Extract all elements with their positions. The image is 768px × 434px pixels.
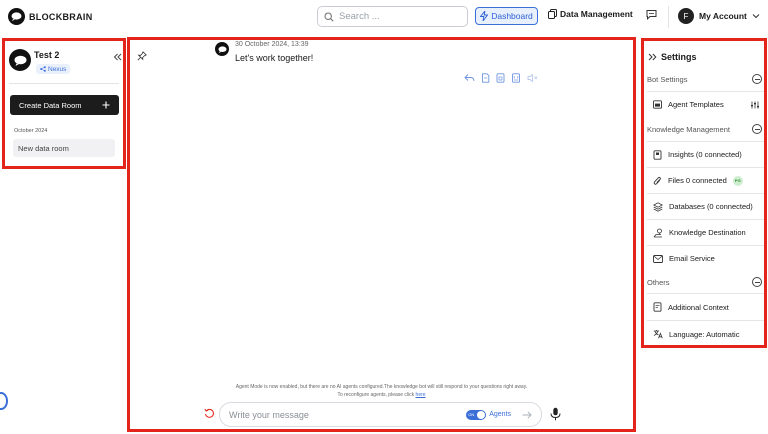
brand-name: BLOCKBRAIN: [29, 11, 93, 22]
data-management-button[interactable]: Data Management: [548, 9, 633, 19]
dashboard-label: Dashboard: [491, 11, 533, 21]
reset-chat-icon[interactable]: [204, 408, 215, 419]
plus-icon: [102, 101, 110, 109]
lightning-icon: [480, 11, 489, 21]
settings-item-files[interactable]: Files 0 connected PG: [647, 167, 764, 193]
context-icon: [653, 302, 662, 312]
chat-bubble-icon: [646, 9, 657, 20]
section-bot-settings: Bot Settings: [647, 75, 688, 84]
reconfigure-link[interactable]: here: [416, 392, 426, 398]
send-button[interactable]: [519, 407, 535, 423]
dashboard-button[interactable]: Dashboard: [475, 7, 538, 25]
pg-badge: PG: [732, 175, 743, 186]
speaker-icon[interactable]: [527, 73, 538, 83]
message-actions: [464, 73, 538, 83]
settings-panel: Settings Bot Settings Agent Templates Kn…: [641, 38, 767, 348]
settings-item-label: Databases (0 connected): [669, 202, 753, 211]
notice-line-1: Agent Mode is now enabled, but there are…: [235, 384, 528, 390]
sliders-icon[interactable]: [751, 101, 759, 109]
notice-text: To reconfigure agents, please click: [337, 392, 416, 398]
settings-item-label: Knowledge Destination: [669, 228, 746, 237]
settings-item-knowledge-destination[interactable]: Knowledge Destination: [647, 219, 764, 245]
settings-header[interactable]: Settings: [648, 52, 697, 62]
nexus-tag[interactable]: Nexus: [36, 64, 71, 74]
pin-icon[interactable]: [137, 51, 147, 61]
account-label: My Account: [699, 11, 747, 21]
data-room-panel: Test 2 Nexus Create Data Room October 20…: [2, 38, 126, 169]
brand-logo-icon: [8, 8, 25, 25]
search-placeholder: Search ...: [339, 11, 380, 22]
create-data-room-button[interactable]: Create Data Room: [10, 95, 119, 115]
destination-icon: [653, 228, 663, 238]
settings-item-email-service[interactable]: Email Service: [647, 245, 764, 271]
message-input[interactable]: Write your message ON Agents: [219, 402, 542, 427]
settings-item-insights[interactable]: Insights (0 connected): [647, 141, 764, 167]
settings-item-label: Language: Automatic: [669, 329, 740, 339]
language-icon: [653, 329, 663, 339]
share-icon: [40, 66, 46, 72]
collapse-section-icon[interactable]: [752, 74, 762, 84]
settings-item-agent-templates[interactable]: Agent Templates: [647, 91, 764, 117]
export-icon[interactable]: [511, 73, 521, 83]
search-input[interactable]: Search ...: [317, 6, 468, 27]
agent-notice: Agent Mode is now enabled, but there are…: [130, 383, 633, 399]
save-insight-icon[interactable]: [496, 73, 505, 83]
double-chevron-right-icon: [648, 53, 657, 61]
brand-logo[interactable]: BLOCKBRAIN: [8, 8, 93, 25]
topbar-divider: [668, 6, 669, 28]
notice-line-2: To reconfigure agents, please click here: [130, 391, 633, 399]
feedback-button[interactable]: [646, 9, 657, 20]
collapse-panel-icon[interactable]: [113, 53, 122, 61]
message-text: Let's work together!: [235, 53, 314, 63]
settings-item-label: Insights (0 connected): [668, 150, 742, 159]
mail-icon: [653, 254, 663, 263]
collapse-section-icon[interactable]: [752, 124, 762, 134]
room-avatar-icon: [9, 49, 31, 71]
settings-item-language[interactable]: Language: Automatic: [647, 320, 764, 347]
divider: [9, 83, 119, 84]
date-group-label: October 2024: [14, 128, 48, 134]
copy-icon: [548, 9, 557, 19]
agents-toggle[interactable]: ON Agents: [466, 409, 511, 420]
side-widget-button[interactable]: [0, 392, 8, 410]
layers-icon: [653, 201, 663, 212]
section-knowledge-management: Knowledge Management: [647, 125, 730, 134]
chevron-down-icon: [752, 13, 760, 19]
chat-panel: 30 October 2024, 13:39 Let's work togeth…: [127, 37, 636, 432]
copy-message-icon[interactable]: [481, 73, 490, 83]
account-menu[interactable]: F My Account: [678, 8, 760, 24]
settings-item-additional-context[interactable]: Additional Context: [647, 293, 764, 320]
section-others: Others: [647, 278, 670, 287]
agents-label: Agents: [489, 411, 511, 418]
settings-title: Settings: [661, 52, 697, 62]
settings-item-label: Files 0 connected: [668, 176, 727, 185]
room-item-label: New data room: [18, 143, 69, 153]
data-management-label: Data Management: [560, 9, 633, 19]
paperclip-icon: [653, 176, 662, 186]
search-icon: [324, 11, 334, 22]
top-bar: BLOCKBRAIN Search ... Dashboard Data Man…: [0, 0, 768, 34]
message-placeholder: Write your message: [229, 409, 309, 420]
avatar: F: [678, 8, 694, 24]
create-label: Create Data Room: [19, 100, 82, 110]
microphone-icon[interactable]: [550, 407, 561, 421]
template-icon: [653, 100, 662, 109]
settings-item-label: Agent Templates: [668, 100, 724, 109]
agents-switch[interactable]: ON: [466, 409, 487, 420]
reply-icon[interactable]: [464, 73, 475, 83]
insights-icon: [653, 149, 662, 160]
list-item[interactable]: New data room: [13, 139, 115, 157]
settings-item-databases[interactable]: Databases (0 connected): [647, 193, 764, 219]
bot-avatar-icon: [215, 42, 229, 56]
settings-item-label: Additional Context: [668, 302, 729, 312]
tag-label: Nexus: [48, 65, 67, 73]
arrow-right-icon: [522, 410, 532, 419]
message-timestamp: 30 October 2024, 13:39: [235, 41, 309, 48]
collapse-section-icon[interactable]: [752, 277, 762, 287]
settings-item-label: Email Service: [669, 254, 715, 263]
room-title: Test 2: [34, 50, 60, 60]
